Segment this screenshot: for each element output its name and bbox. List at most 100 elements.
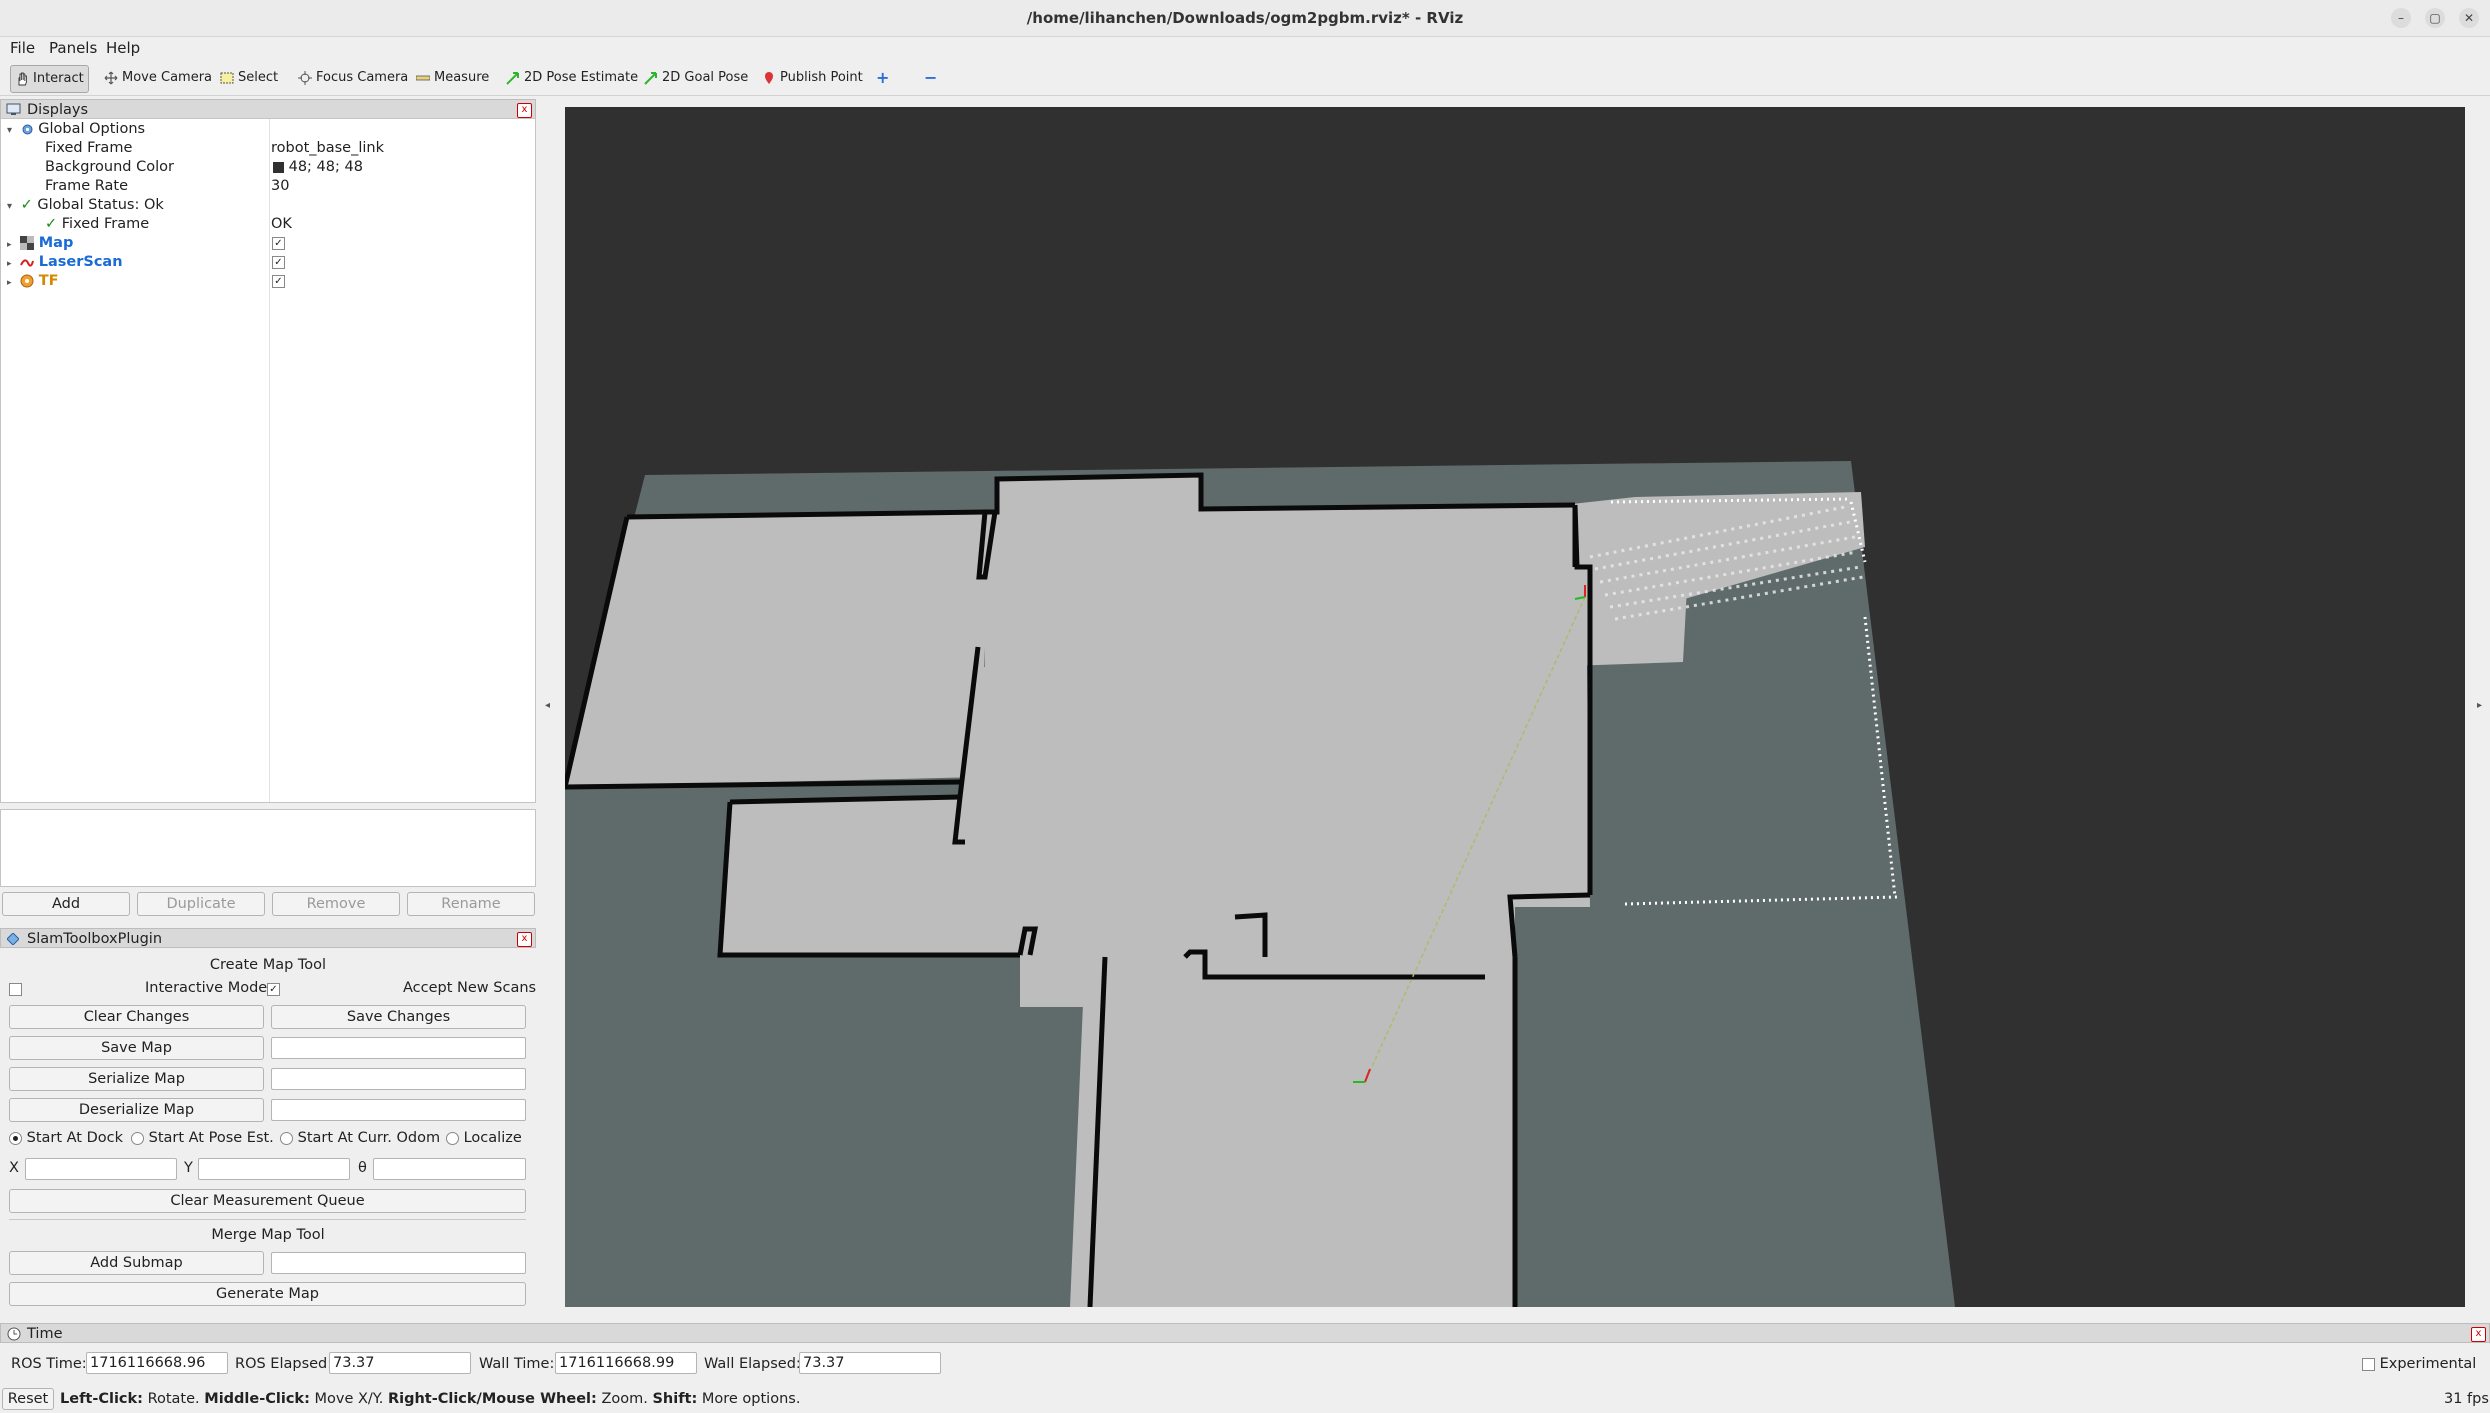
tool-publish-point[interactable]: Publish Point	[758, 65, 867, 91]
rename-display-button[interactable]: Rename	[407, 892, 535, 916]
interactive-mode-label: Interactive Mode	[145, 980, 268, 996]
start-at-pose-est-radio[interactable]: Start At Pose Est.	[131, 1130, 274, 1146]
radio-button[interactable]	[9, 1131, 22, 1145]
menu-help[interactable]: Help	[106, 39, 140, 57]
save-changes-button[interactable]: Save Changes	[271, 1005, 526, 1029]
y-input[interactable]	[198, 1158, 350, 1180]
tool-move-camera[interactable]: Move Camera	[100, 65, 216, 91]
tree-row-global-options[interactable]: ▾ Global Options	[7, 120, 145, 139]
move-camera-icon	[104, 71, 118, 85]
background-color-value[interactable]: 48; 48; 48	[273, 158, 363, 177]
tree-row-global-status[interactable]: ▾ ✓ Global Status: Ok	[7, 196, 164, 215]
checkbox[interactable]	[9, 982, 22, 996]
time-panel-title: Time	[27, 1326, 63, 1342]
serialize-map-filename-input[interactable]	[271, 1068, 526, 1090]
menu-panels[interactable]: Panels	[49, 39, 97, 57]
3d-viewport[interactable]	[562, 107, 2465, 1308]
close-window-button[interactable]: ✕	[2459, 8, 2479, 28]
monitor-icon	[6, 103, 21, 115]
display-description-area	[0, 809, 536, 887]
save-map-button[interactable]: Save Map	[9, 1036, 264, 1060]
ros-elapsed-value[interactable]: 73.37	[329, 1352, 471, 1374]
checkbox[interactable]: ✓	[267, 982, 280, 996]
background-color-label: Background Color	[45, 159, 174, 175]
checkmark-icon: ✓	[45, 216, 58, 232]
checkbox[interactable]: ✓	[272, 236, 285, 250]
checkbox[interactable]: ✓	[272, 274, 285, 288]
occupancy-map-render[interactable]	[562, 107, 2465, 1308]
radio-button[interactable]	[131, 1131, 144, 1145]
maximize-button[interactable]: ▢	[2425, 8, 2445, 28]
tool-select[interactable]: Select	[216, 65, 282, 91]
frame-rate-value[interactable]: 30	[271, 177, 289, 196]
localize-radio[interactable]: Localize	[446, 1130, 522, 1146]
time-panel-header: Time x	[0, 1323, 2490, 1343]
submap-filename-input[interactable]	[271, 1252, 526, 1274]
tool-focus-camera[interactable]: Focus Camera	[294, 65, 412, 91]
reset-button[interactable]: Reset	[2, 1388, 54, 1410]
tool-measure[interactable]: Measure	[412, 65, 493, 91]
close-slam-panel-button[interactable]: x	[517, 932, 532, 947]
tool-2d-pose-estimate[interactable]: 2D Pose Estimate	[502, 65, 642, 91]
tree-row-tf[interactable]: ▸ TF	[7, 272, 59, 291]
x-label: X	[9, 1160, 19, 1176]
map-enabled-checkbox[interactable]: ✓	[272, 234, 285, 253]
collapsed-arrow-icon[interactable]: ▸	[7, 278, 12, 288]
save-map-filename-input[interactable]	[271, 1037, 526, 1059]
tree-row-map[interactable]: ▸ Map	[7, 234, 73, 253]
y-label: Y	[184, 1160, 193, 1176]
start-at-curr-odom-radio[interactable]: Start At Curr. Odom	[280, 1130, 440, 1146]
collapsed-arrow-icon[interactable]: ▸	[7, 259, 12, 269]
remove-display-button[interactable]: Remove	[272, 892, 400, 916]
interactive-mode-checkbox[interactable]	[9, 981, 22, 997]
deserialize-map-button[interactable]: Deserialize Map	[9, 1098, 264, 1122]
expand-arrow-icon[interactable]: ▾	[7, 201, 12, 212]
start-at-dock-radio[interactable]: Start At Dock	[9, 1130, 123, 1146]
radio-button[interactable]	[280, 1131, 293, 1145]
right-splitter-arrow-icon[interactable]: ▸	[2477, 700, 2482, 711]
global-status-label: Global Status: Ok	[37, 197, 164, 213]
experimental-checkbox[interactable]: Experimental	[2362, 1356, 2476, 1372]
wall-elapsed-label: Wall Elapsed:	[704, 1356, 801, 1372]
ruler-icon	[416, 75, 430, 81]
close-time-panel-button[interactable]: x	[2471, 1327, 2486, 1342]
clock-icon	[7, 1327, 21, 1341]
ros-time-value[interactable]: 1716116668.96	[86, 1352, 228, 1374]
focus-crosshair-icon	[298, 71, 312, 85]
collapsed-arrow-icon[interactable]: ▸	[7, 240, 12, 250]
radio-button[interactable]	[446, 1131, 459, 1145]
tool-2d-goal-pose[interactable]: 2D Goal Pose	[640, 65, 752, 91]
shift-key: Shift:	[652, 1391, 698, 1407]
close-displays-panel-button[interactable]: x	[517, 103, 532, 118]
theta-input[interactable]	[373, 1158, 526, 1180]
experimental-label: Experimental	[2379, 1356, 2477, 1372]
tf-enabled-checkbox[interactable]: ✓	[272, 272, 285, 291]
checkbox[interactable]: ✓	[272, 255, 285, 269]
shift-desc: More options.	[701, 1391, 801, 1407]
slam-panel-header: SlamToolboxPlugin x	[0, 928, 536, 948]
left-splitter-arrow-icon[interactable]: ◂	[545, 700, 550, 711]
generate-map-button[interactable]: Generate Map	[9, 1282, 526, 1306]
tree-row-laserscan[interactable]: ▸ LaserScan	[7, 253, 123, 272]
menu-file[interactable]: File	[10, 39, 35, 57]
add-submap-button[interactable]: Add Submap	[9, 1251, 264, 1275]
laserscan-enabled-checkbox[interactable]: ✓	[272, 253, 285, 272]
deserialize-map-filename-input[interactable]	[271, 1099, 526, 1121]
remove-tool-button[interactable]: −	[920, 65, 941, 91]
add-tool-button[interactable]: +	[872, 65, 893, 91]
minimize-button[interactable]: –	[2391, 8, 2411, 28]
x-input[interactable]	[25, 1158, 177, 1180]
fixed-frame-value[interactable]: robot_base_link	[271, 139, 384, 158]
wall-time-value[interactable]: 1716116668.99	[555, 1352, 697, 1374]
tool-interact[interactable]: Interact	[10, 65, 89, 93]
wall-elapsed-value[interactable]: 73.37	[799, 1352, 941, 1374]
clear-changes-button[interactable]: Clear Changes	[9, 1005, 264, 1029]
accept-new-scans-checkbox[interactable]: ✓	[267, 981, 280, 997]
add-display-button[interactable]: Add	[2, 892, 130, 916]
checkbox[interactable]	[2362, 1357, 2375, 1371]
expand-arrow-icon[interactable]: ▾	[7, 125, 12, 136]
clear-measurement-queue-button[interactable]: Clear Measurement Queue	[9, 1189, 526, 1213]
serialize-map-button[interactable]: Serialize Map	[9, 1067, 264, 1091]
duplicate-display-button[interactable]: Duplicate	[137, 892, 265, 916]
tf-display-label: TF	[38, 273, 59, 289]
